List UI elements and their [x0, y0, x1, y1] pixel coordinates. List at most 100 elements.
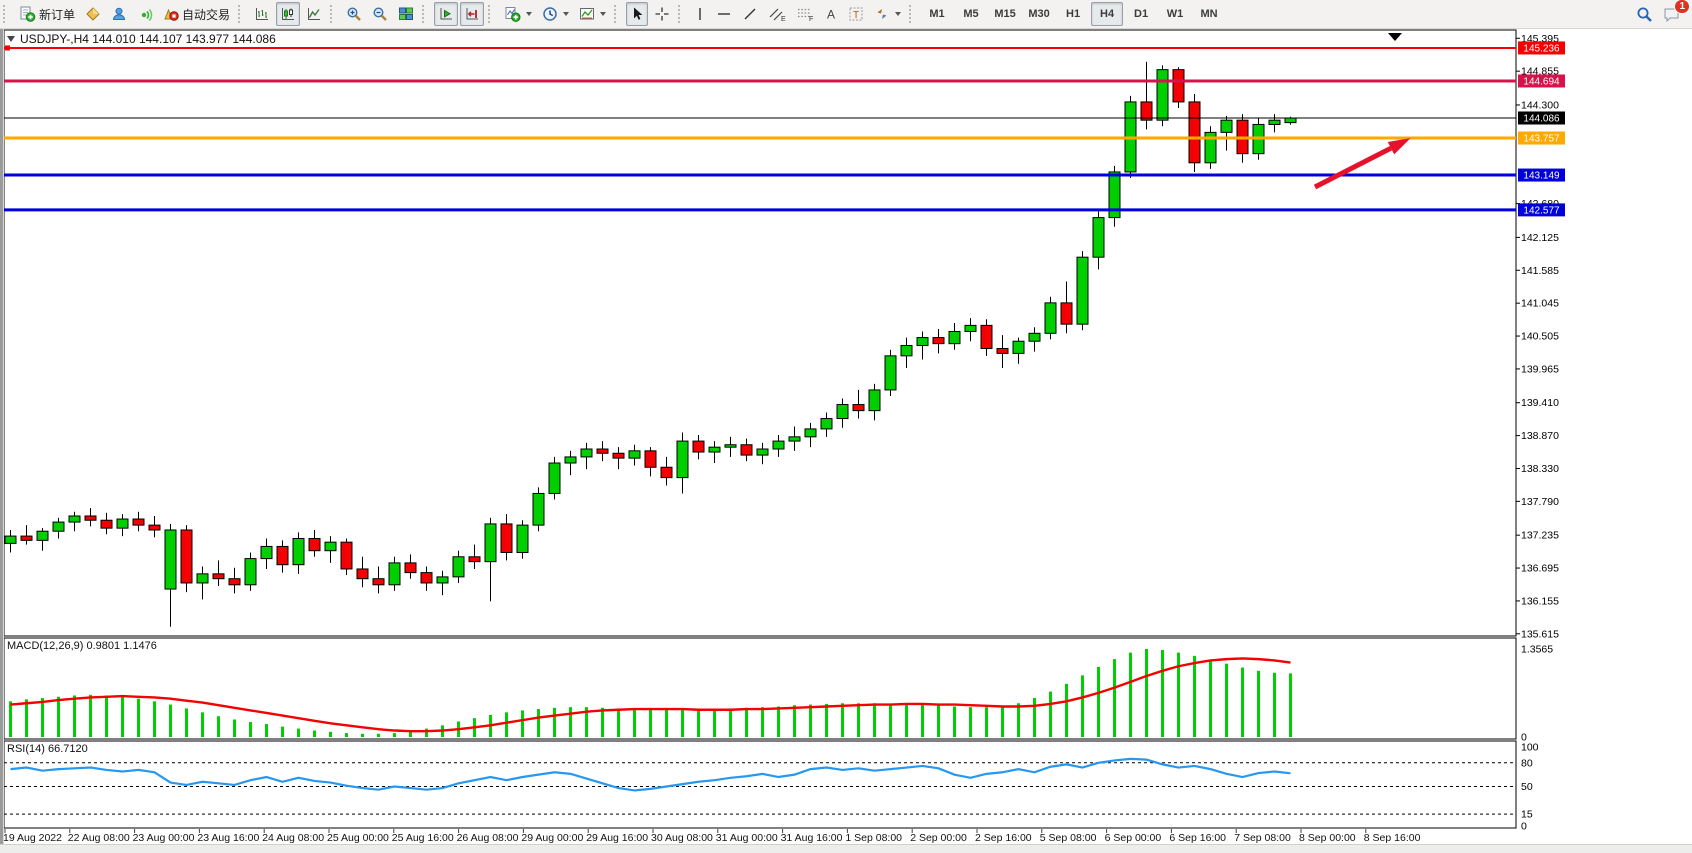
svg-text:25 Aug 16:00: 25 Aug 16:00: [392, 832, 454, 844]
timeframe-button-MN[interactable]: MN: [1193, 2, 1225, 26]
time-axis: 19 Aug 202222 Aug 08:0023 Aug 00:0023 Au…: [3, 829, 1421, 844]
channel-button[interactable]: E: [764, 2, 790, 26]
new-order-label: 新订单: [39, 6, 75, 23]
community-icon: [111, 6, 127, 22]
auto-trading-button[interactable]: 自动交易: [159, 2, 234, 26]
chart-header: USDJPY-,H4 144.010 144.107 143.977 144.0…: [7, 32, 276, 46]
svg-text:143.757: 143.757: [1523, 134, 1560, 145]
fibonacci-button[interactable]: F: [792, 2, 818, 26]
vertical-line-button[interactable]: [690, 2, 710, 26]
dropdown-arrow-icon: [563, 12, 569, 16]
svg-text:50: 50: [1521, 781, 1533, 793]
dropdown-arrow-icon: [895, 12, 901, 16]
new-order-button[interactable]: 新订单: [15, 2, 79, 26]
trendline-icon: [742, 6, 758, 22]
timeframe-button-W1[interactable]: W1: [1159, 2, 1191, 26]
indicators-button[interactable]: [500, 2, 536, 26]
market-button[interactable]: [81, 2, 105, 26]
toolbar-grip[interactable]: [614, 5, 621, 23]
toolbar-grip[interactable]: [238, 5, 245, 23]
timeframe-button-M1[interactable]: M1: [921, 2, 953, 26]
line-chart-icon: [306, 6, 322, 22]
toolbar-grip[interactable]: [678, 5, 685, 23]
toolbar-grip[interactable]: [488, 5, 495, 23]
svg-text:0: 0: [1521, 821, 1527, 833]
zoom-in-button[interactable]: [342, 2, 366, 26]
svg-text:141.045: 141.045: [1521, 298, 1559, 310]
template-icon: [579, 6, 595, 22]
signals-button[interactable]: [133, 2, 157, 26]
community-button[interactable]: [107, 2, 131, 26]
tile-windows-button[interactable]: [394, 2, 418, 26]
svg-text:144.086: 144.086: [1523, 113, 1560, 124]
timeframe-button-M5[interactable]: M5: [955, 2, 987, 26]
crosshair-button[interactable]: [650, 2, 674, 26]
symbol-dropdown-icon[interactable]: [7, 36, 15, 42]
trading-terminal-window: 145.395144.855144.300142.680142.125141.5…: [0, 0, 1692, 853]
svg-text:24 Aug 08:00: 24 Aug 08:00: [262, 832, 324, 844]
cursor-icon: [630, 6, 644, 22]
auto-trading-label: 自动交易: [182, 6, 230, 23]
arrows-tool-icon: [874, 6, 890, 22]
templates-button[interactable]: [575, 2, 610, 26]
chart-bars-button[interactable]: [250, 2, 274, 26]
rsi-label: RSI(14) 66.7120: [7, 743, 88, 755]
text-button[interactable]: A: [820, 2, 842, 26]
svg-text:137.790: 137.790: [1521, 496, 1559, 508]
notifications-button[interactable]: 1: [1659, 2, 1685, 26]
new-order-icon: [19, 6, 36, 22]
svg-text:F: F: [809, 16, 813, 22]
timeframe-button-M15[interactable]: M15: [989, 2, 1021, 26]
toolbar-grip[interactable]: [330, 5, 337, 23]
svg-text:8 Sep 16:00: 8 Sep 16:00: [1364, 832, 1421, 844]
svg-text:138.330: 138.330: [1521, 463, 1559, 475]
svg-text:137.235: 137.235: [1521, 530, 1559, 542]
svg-text:136.155: 136.155: [1521, 595, 1559, 607]
dropdown-arrow-icon: [600, 12, 606, 16]
timeframe-button-H4[interactable]: H4: [1091, 2, 1123, 26]
horizontal-line-icon: [716, 6, 732, 22]
zoom-out-icon: [372, 6, 388, 22]
notification-badge: 1: [1674, 0, 1690, 14]
timeframe-button-D1[interactable]: D1: [1125, 2, 1157, 26]
chart-shift-button[interactable]: [460, 2, 484, 26]
chart-title: USDJPY-,H4 144.010 144.107 143.977 144.0…: [20, 32, 276, 46]
horizontal-line-button[interactable]: [712, 2, 736, 26]
svg-text:136.695: 136.695: [1521, 563, 1559, 575]
status-bar: [0, 844, 1692, 853]
window-left-edge: [0, 28, 4, 845]
svg-text:26 Aug 08:00: 26 Aug 08:00: [457, 832, 519, 844]
search-icon: [1636, 6, 1653, 23]
crosshair-icon: [654, 6, 670, 22]
toolbar-grip[interactable]: [3, 5, 10, 23]
periods-button[interactable]: [538, 2, 573, 26]
arrows-button[interactable]: [870, 2, 905, 26]
toolbar-grip[interactable]: [422, 5, 429, 23]
toolbar-grip[interactable]: [909, 5, 916, 23]
svg-text:80: 80: [1521, 757, 1533, 769]
chart-candles-button[interactable]: [276, 2, 300, 26]
search-button[interactable]: [1632, 2, 1657, 26]
zoom-in-icon: [346, 6, 362, 22]
text-label-icon: T: [848, 6, 864, 22]
auto-scroll-button[interactable]: [434, 2, 458, 26]
svg-text:138.870: 138.870: [1521, 430, 1559, 442]
zoom-out-button[interactable]: [368, 2, 392, 26]
timeframe-button-H1[interactable]: H1: [1057, 2, 1089, 26]
text-label-button[interactable]: T: [844, 2, 868, 26]
svg-text:6 Sep 16:00: 6 Sep 16:00: [1169, 832, 1226, 844]
chart-line-button[interactable]: [302, 2, 326, 26]
svg-text:2 Sep 16:00: 2 Sep 16:00: [975, 832, 1032, 844]
cursor-button[interactable]: [626, 2, 648, 26]
chart-canvas[interactable]: 145.395144.855144.300142.680142.125141.5…: [0, 0, 1692, 853]
svg-text:22 Aug 08:00: 22 Aug 08:00: [68, 832, 130, 844]
candles-chart-icon: [280, 6, 296, 22]
trendline-button[interactable]: [738, 2, 762, 26]
fibonacci-icon: F: [796, 6, 814, 22]
vertical-line-icon: [694, 6, 706, 22]
svg-text:30 Aug 08:00: 30 Aug 08:00: [651, 832, 713, 844]
clock-icon: [542, 6, 558, 22]
chart-shift-icon: [464, 6, 480, 22]
auto-trading-icon: [163, 6, 179, 22]
timeframe-button-M30[interactable]: M30: [1023, 2, 1055, 26]
